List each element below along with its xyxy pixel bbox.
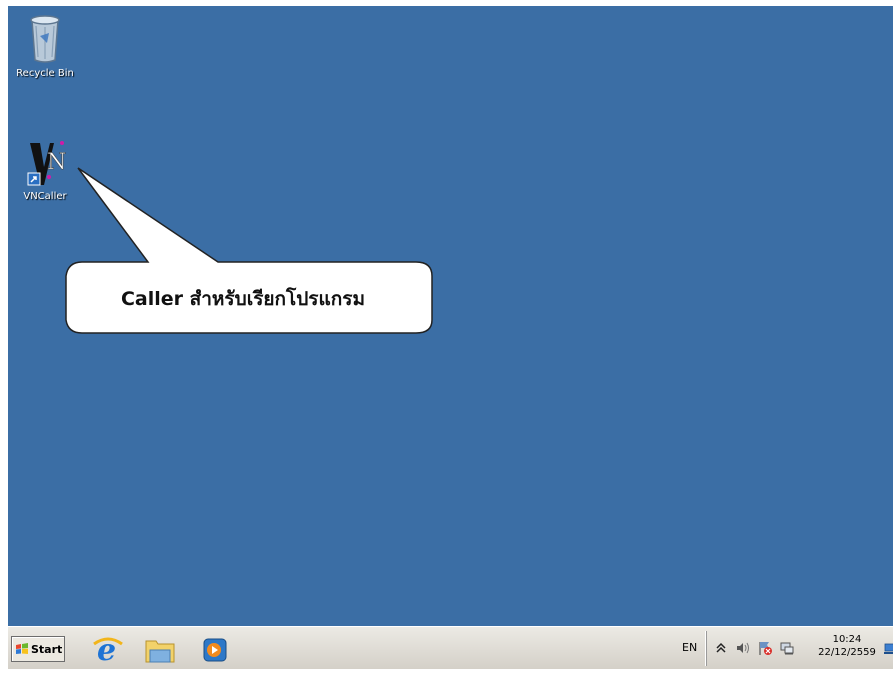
file-explorer-icon (145, 640, 175, 663)
taskbar-pin-media-player[interactable] (198, 632, 232, 666)
clock[interactable]: 10:24 22/12/2559 (817, 633, 877, 659)
taskbar-pin-internet-explorer[interactable]: e (91, 632, 125, 668)
callout-text: Caller สำหรับเรียกโปรแกรม (120, 288, 365, 310)
clock-time: 10:24 (832, 634, 862, 645)
screen: Recycle Bin N VNCaller Caller สำหรับเรีย… (8, 6, 893, 669)
show-desktop-icon[interactable] (884, 637, 893, 659)
windows-logo-icon (16, 643, 28, 654)
media-player-icon (203, 638, 227, 662)
notification-area: 10:24 22/12/2559 (706, 631, 893, 666)
input-language-indicator[interactable]: EN (682, 641, 697, 654)
start-label: Start (31, 642, 63, 656)
volume-icon[interactable] (735, 640, 751, 656)
action-center-flag-icon[interactable] (757, 640, 773, 656)
start-button[interactable]: Start (11, 636, 65, 662)
network-icon[interactable] (779, 640, 795, 656)
taskbar-pin-file-explorer[interactable] (143, 632, 177, 666)
internet-explorer-icon: e (93, 633, 123, 668)
taskbar: Start e EN 10:24 22/12/2559 (8, 626, 893, 669)
clock-date: 22/12/2559 (818, 647, 876, 658)
show-hidden-icons-chevron-icon[interactable] (713, 640, 729, 656)
